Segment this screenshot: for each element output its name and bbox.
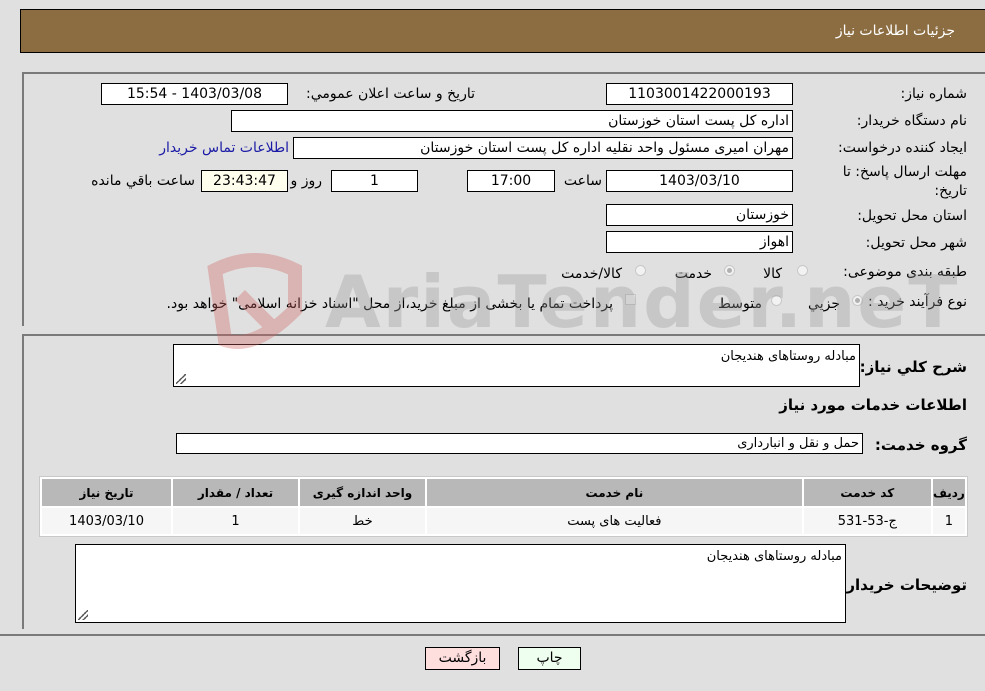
buyer-notes-text: مبادله روستاهای هندیجان [706,549,842,564]
col-service-name: نام خدمت [426,479,802,506]
deadline-time-label: ساعت [563,173,602,189]
services-table-wrapper: ردیف کد خدمت نام خدمت واحد اندازه گیری ت… [39,476,968,537]
services-heading: اطلاعات خدمات مورد نياز [779,396,967,414]
need-number-field[interactable]: 1103001422000193 [606,83,793,105]
page-header: جزئيات اطلاعات نياز [20,9,985,53]
announce-datetime-field[interactable]: 1403/03/08 - 15:54 [101,83,288,105]
time-remaining-field: 23:43:47 [201,170,288,192]
days-remaining-field[interactable]: 1 [331,170,418,192]
need-number-label: شماره نیاز: [900,86,968,102]
table-row: 1 ج-53-531 فعالیت های پست خط 1 1403/03/1… [42,508,965,534]
city-label: شهر محل تحویل: [865,235,967,251]
treasury-payment-checkbox[interactable] [625,294,636,305]
category-radio-goods[interactable] [797,265,808,276]
description-text: مبادله روستاهای هندیجان [720,349,856,364]
print-button[interactable]: چاپ [518,647,581,670]
days-label: روز و [290,173,323,189]
purchase-type-label: نوع فرآیند خرید : [868,294,967,310]
creator-field[interactable]: مهران امیری مسئول واحد نقلیه اداره کل پس… [293,137,793,159]
buyer-org-field[interactable]: اداره کل پست استان خوزستان [231,110,793,132]
purchase-option-minor: جزيي [808,296,840,312]
services-table: ردیف کد خدمت نام خدمت واحد اندازه گیری ت… [39,476,968,537]
cell-row-number: 1 [932,508,965,534]
service-group-label: گروه خدمت: [874,436,967,454]
back-button[interactable]: بازگشت [425,647,500,670]
purchase-option-medium: متوسط [718,296,762,312]
category-option-goods-service: کالا/خدمت [561,266,622,282]
description-label: شرح كلي نياز: [859,358,967,376]
creator-label: ایجاد کننده درخواست: [838,140,967,156]
deadline-label: مهلت ارسال پاسخ: تا تاریخ: [842,164,967,199]
footer-divider [0,634,985,636]
buyer-notes-label: توضيحات خريدار: [840,576,967,594]
table-header-row: ردیف کد خدمت نام خدمت واحد اندازه گیری ت… [42,479,965,506]
col-row-number: ردیف [932,479,965,506]
resize-grip-icon[interactable] [176,374,186,384]
description-textarea[interactable]: مبادله روستاهای هندیجان [173,344,860,387]
col-service-code: کد خدمت [803,479,931,506]
payment-note: پرداخت تمام یا بخشی از مبلغ خرید،از محل … [166,296,613,312]
cell-service-code: ج-53-531 [803,508,931,534]
page-title: جزئيات اطلاعات نياز [835,23,955,39]
resize-grip-icon[interactable] [78,610,88,620]
cell-need-date: 1403/03/10 [42,508,172,534]
buyer-notes-textarea[interactable]: مبادله روستاهای هندیجان [75,544,846,623]
category-radio-goods-service[interactable] [635,265,646,276]
province-label: استان محل تحویل: [857,208,967,224]
remaining-label: ساعت باقي مانده [91,173,195,189]
col-quantity: تعداد / مقدار [173,479,298,506]
deadline-date-field[interactable]: 1403/03/10 [606,170,793,192]
col-unit: واحد اندازه گیری [299,479,425,506]
service-group-field[interactable]: حمل و نقل و انبارداری [176,433,863,454]
buyer-org-label: نام دستگاه خریدار: [856,113,967,129]
cell-quantity: 1 [173,508,298,534]
province-field[interactable]: خوزستان [606,204,793,226]
deadline-time-field[interactable]: 17:00 [467,170,555,192]
category-option-goods: کالا [763,266,782,282]
category-radio-service[interactable] [724,265,735,276]
purchase-radio-minor[interactable] [852,295,863,306]
buyer-contact-link[interactable]: اطلاعات تماس خریدار [159,138,289,158]
cell-service-name: فعالیت های پست [426,508,802,534]
category-label: طبقه بندی موضوعی: [843,264,967,280]
city-field[interactable]: اهواز [606,231,793,253]
purchase-radio-medium[interactable] [771,295,782,306]
announce-label: تاريخ و ساعت اعلان عمومي: [306,86,475,102]
category-option-service: خدمت [674,266,712,282]
col-need-date: تاریخ نیاز [42,479,172,506]
cell-unit: خط [299,508,425,534]
